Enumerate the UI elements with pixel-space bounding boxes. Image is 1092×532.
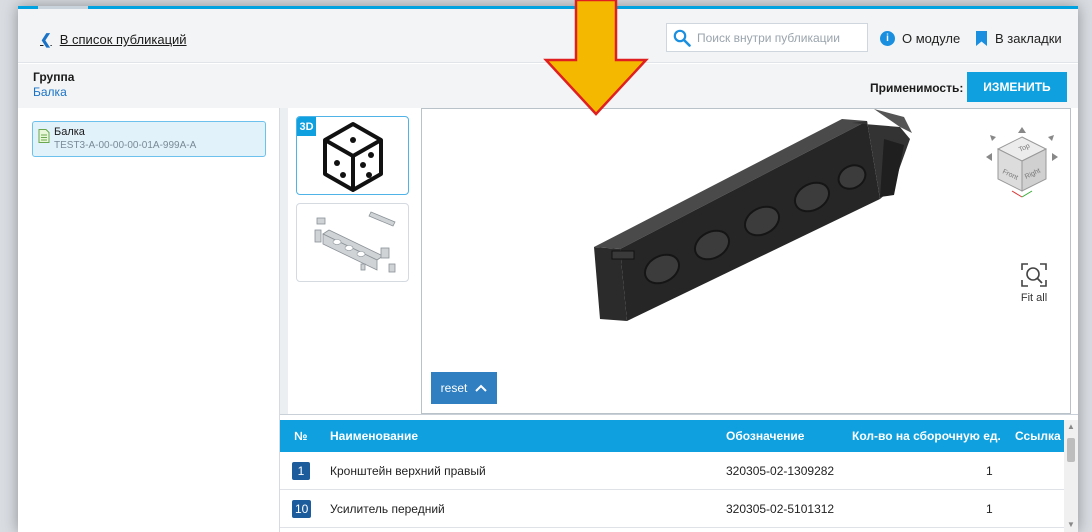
row-name: Усилитель передний — [330, 502, 445, 516]
badge-3d: 3D — [297, 117, 316, 136]
scroll-thumb[interactable] — [1067, 438, 1075, 462]
search-box[interactable] — [666, 23, 868, 52]
table-header: № Наименование Обозначение Кол-во на сбо… — [280, 420, 1064, 452]
about-label: О модуле — [902, 31, 961, 46]
tree-item-balka[interactable]: Балка TEST3-A-00-00-00-01A-999A-A — [32, 121, 266, 157]
scroll-down-icon[interactable]: ▼ — [1067, 520, 1075, 529]
zoom-fit-icon — [1021, 263, 1047, 287]
chevron-up-icon — [475, 384, 488, 392]
publication-tree: Балка TEST3-A-00-00-00-01A-999A-A — [18, 108, 280, 532]
3d-viewer[interactable]: Top Front Right Fit all reset — [421, 108, 1071, 414]
column-header-link[interactable]: Ссылка — [1015, 429, 1061, 443]
row-quantity: 1 — [986, 502, 993, 516]
view-navigation-cube[interactable]: Top Front Right — [982, 127, 1062, 212]
search-icon — [673, 29, 691, 47]
group-value: Балка — [33, 85, 67, 99]
document-icon — [38, 129, 50, 143]
chevron-left-icon: ❮ — [40, 31, 52, 47]
table-row[interactable]: 10 Усилитель передний 320305-02-5101312 … — [280, 490, 1064, 528]
back-to-publications-link[interactable]: ❮ В список публикаций — [40, 31, 187, 48]
thumbnail-strip: 3D — [288, 108, 418, 414]
column-header-name[interactable]: Наименование — [330, 429, 418, 443]
parts-table: № Наименование Обозначение Кол-во на сбо… — [280, 414, 1078, 532]
item-number-badge[interactable]: 1 — [292, 462, 310, 480]
bookmark-icon — [976, 31, 987, 46]
back-link-label: В список публикаций — [59, 32, 187, 47]
scroll-up-icon[interactable]: ▲ — [1067, 422, 1075, 431]
item-number-badge[interactable]: 10 — [292, 500, 312, 518]
fit-all-button[interactable]: Fit all — [1014, 261, 1054, 304]
info-icon: i — [880, 31, 895, 46]
navigation-cube-icon: Top Front Right — [986, 127, 1058, 198]
reset-view-button[interactable]: reset — [431, 372, 497, 404]
change-applicability-button[interactable]: ИЗМЕНИТЬ — [967, 72, 1067, 102]
reset-label: reset — [440, 381, 468, 395]
table-row[interactable]: 1 Кронштейн верхний правый 320305-02-130… — [280, 452, 1064, 490]
tree-item-title: Балка — [54, 126, 85, 138]
callout-arrow-icon — [543, 0, 649, 116]
3d-model-render — [594, 109, 912, 321]
row-quantity: 1 — [986, 464, 993, 478]
bookmarks-label: В закладки — [995, 31, 1062, 46]
applicability-label: Применимость: — [870, 81, 964, 95]
row-designation: 320305-02-1309282 — [726, 464, 835, 478]
tree-item-code: TEST3-A-00-00-00-01A-999A-A — [54, 140, 197, 151]
column-header-number[interactable]: № — [294, 429, 307, 443]
search-input[interactable] — [697, 30, 867, 45]
row-designation: 320305-02-5101312 — [726, 502, 835, 516]
thumbnail-3d-model[interactable]: 3D — [296, 116, 409, 195]
exploded-view-image — [314, 211, 396, 273]
thumbnail-exploded-view[interactable] — [296, 203, 409, 282]
column-header-designation[interactable]: Обозначение — [726, 429, 804, 443]
bookmarks-link[interactable]: В закладки — [976, 31, 1062, 46]
row-name: Кронштейн верхний правый — [330, 464, 486, 478]
table-scrollbar[interactable]: ▲ ▼ — [1064, 420, 1078, 532]
fit-all-label: Fit all — [1020, 292, 1048, 304]
group-label: Группа — [33, 70, 75, 84]
about-module-link[interactable]: i О модуле — [880, 31, 960, 46]
column-header-quantity[interactable]: Кол-во на сборочную ед. — [852, 429, 1001, 443]
